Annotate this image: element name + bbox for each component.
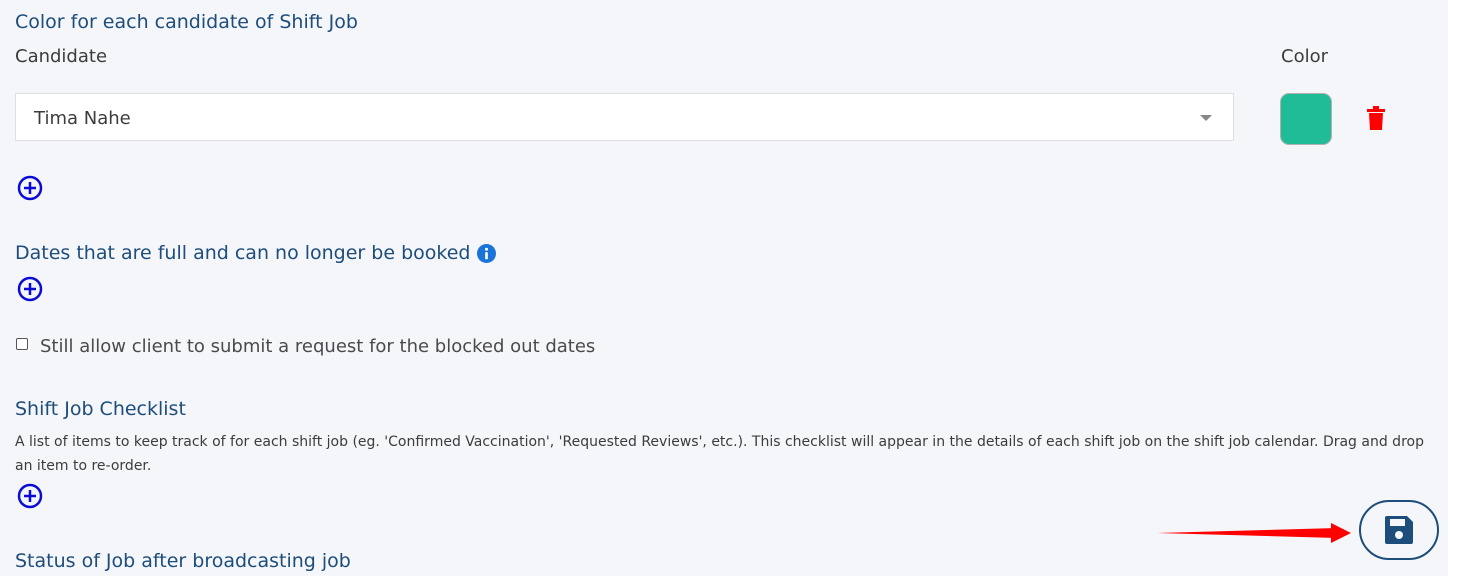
- allow-request-checkbox-label[interactable]: Still allow client to submit a request f…: [40, 338, 595, 356]
- delete-candidate-button[interactable]: [1366, 106, 1386, 131]
- candidate-column-header: Candidate: [15, 46, 108, 67]
- add-candidate-color-button[interactable]: [17, 175, 43, 201]
- checklist-description: A list of items to keep track of for eac…: [15, 434, 1424, 474]
- floppy-disk-icon: [1385, 516, 1413, 544]
- annotation-arrow: [1157, 523, 1351, 543]
- color-column-header: Color: [1281, 46, 1328, 67]
- candidate-color-section-title: Color for each candidate of Shift Job: [15, 11, 358, 33]
- plus-circle-icon: [17, 483, 43, 509]
- candidate-select[interactable]: Tima Nahe: [15, 93, 1234, 141]
- add-checklist-item-button[interactable]: [17, 483, 43, 509]
- caret-down-icon[interactable]: [1200, 115, 1212, 121]
- plus-circle-icon: [17, 175, 43, 201]
- add-full-date-button[interactable]: [17, 276, 43, 302]
- candidate-color-swatch[interactable]: [1280, 93, 1332, 145]
- full-dates-section-title: Dates that are full and can no longer be…: [15, 242, 471, 264]
- plus-circle-icon: [17, 276, 43, 302]
- settings-panel: Color for each candidate of Shift Job Ca…: [0, 0, 1448, 576]
- allow-request-checkbox[interactable]: [16, 338, 28, 350]
- trash-icon: [1367, 106, 1385, 130]
- full-dates-header: Dates that are full and can no longer be…: [15, 242, 497, 264]
- save-button[interactable]: [1359, 500, 1439, 560]
- checklist-section-title: Shift Job Checklist: [15, 398, 186, 420]
- status-section-title: Status of Job after broadcasting job: [15, 550, 351, 572]
- info-icon[interactable]: [477, 244, 497, 263]
- candidate-select-value: Tima Nahe: [34, 108, 131, 129]
